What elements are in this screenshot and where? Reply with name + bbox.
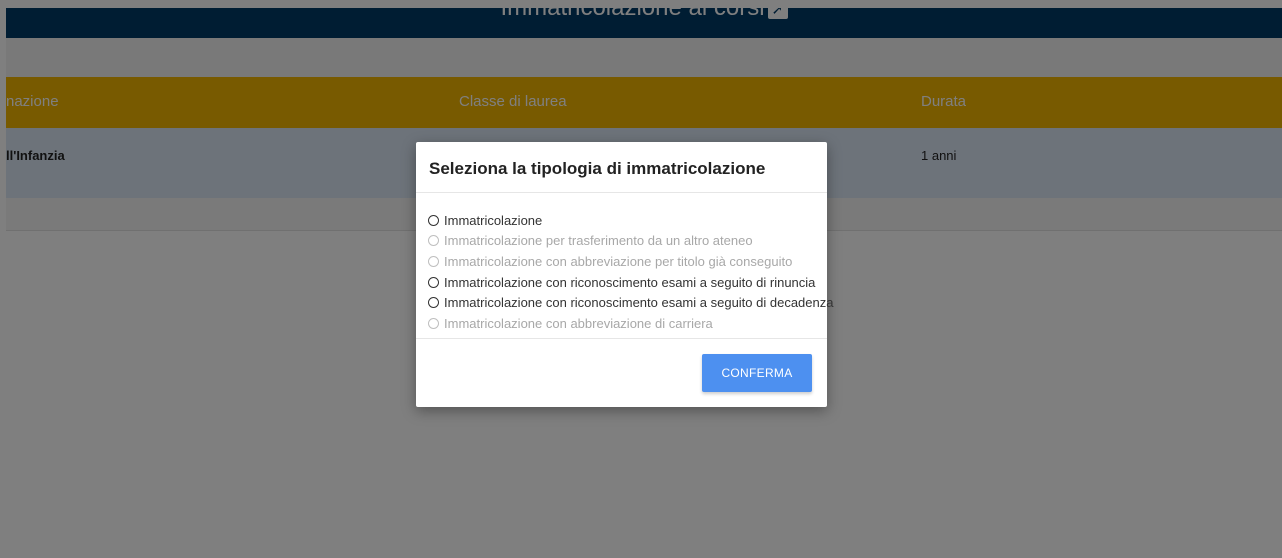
radio-button	[428, 255, 439, 267]
option-label: Immatricolazione	[444, 212, 543, 228]
option-immatricolazione[interactable]: Immatricolazione	[428, 210, 827, 231]
option-riconoscimento-decadenza[interactable]: Immatricolazione con riconoscimento esam…	[428, 292, 833, 313]
immatricolazione-type-dialog: Seleziona la tipologia di immatricolazio…	[416, 142, 833, 407]
radio-button[interactable]	[428, 214, 439, 226]
option-riconoscimento-rinuncia[interactable]: Immatricolazione con riconoscimento esam…	[428, 272, 827, 293]
radio-button	[428, 317, 439, 329]
option-label: Immatricolazione per trasferimento da un…	[444, 233, 753, 249]
radio-button	[428, 235, 439, 247]
option-label: Immatricolazione con abbreviazione per t…	[444, 253, 793, 269]
dialog-title: Seleziona la tipologia di immatricolazio…	[429, 159, 766, 178]
confirm-button[interactable]: CONFERMA	[702, 354, 812, 392]
radio-button[interactable]	[428, 297, 439, 309]
option-abbreviazione-titolo: Immatricolazione con abbreviazione per t…	[428, 251, 827, 272]
dialog-body: Immatricolazione Immatricolazione per tr…	[416, 193, 833, 339]
option-trasferimento: Immatricolazione per trasferimento da un…	[428, 231, 827, 252]
option-label: Immatricolazione con riconoscimento esam…	[444, 295, 834, 311]
radio-button[interactable]	[428, 276, 439, 288]
option-abbreviazione-carriera: Immatricolazione con abbreviazione di ca…	[428, 313, 827, 334]
dialog-header: Seleziona la tipologia di immatricolazio…	[416, 142, 827, 193]
dialog-footer: CONFERMA	[416, 339, 827, 407]
option-label: Immatricolazione con riconoscimento esam…	[444, 274, 816, 290]
option-label: Immatricolazione con abbreviazione di ca…	[444, 315, 713, 331]
